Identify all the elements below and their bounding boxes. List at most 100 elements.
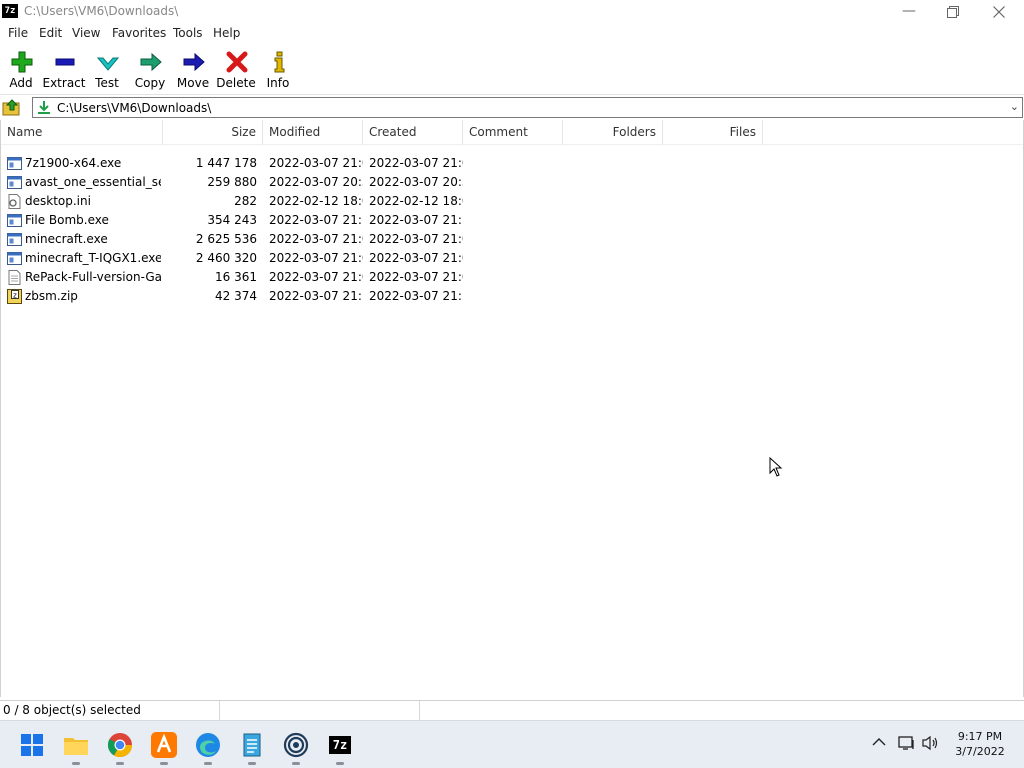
column-header-name[interactable]: Name [1, 120, 163, 145]
address-path-text: C:\Users\VM6\Downloads\ [57, 101, 212, 115]
file-created: 2022-03-07 21:01 [369, 251, 463, 265]
copy-arrow-icon [140, 52, 162, 72]
plus-icon [11, 51, 33, 73]
file-modified: 2022-03-07 21:02 [269, 232, 363, 246]
7zip-taskbar-icon: 7z [329, 736, 351, 754]
file-name: avast_one_essential_set... [25, 175, 161, 189]
file-modified: 2022-03-07 20:58 [269, 175, 363, 189]
start-button[interactable] [18, 731, 46, 759]
address-path-input[interactable]: C:\Users\VM6\Downloads\ ⌄ [32, 97, 1023, 118]
file-created: 2022-03-07 21:01 [369, 232, 463, 246]
selection-status: 0 / 8 object(s) selected [0, 701, 220, 721]
avast-icon [151, 732, 177, 758]
taskbar-edge[interactable] [194, 731, 222, 765]
delete-x-icon [226, 51, 248, 73]
file-created: 2022-03-07 21:07 [369, 270, 463, 284]
file-name: RePack-Full-version-Ga... [25, 270, 161, 284]
network-status-button[interactable] [898, 735, 916, 754]
address-bar: C:\Users\VM6\Downloads\ ⌄ [0, 96, 1024, 119]
status-bar: 0 / 8 object(s) selected [0, 700, 1024, 721]
toolbar: Add Extract Test Copy Move Delete Info [0, 43, 1024, 95]
taskbar-chrome[interactable] [106, 731, 134, 765]
clock[interactable]: 9:17 PM 3/7/2022 [950, 730, 1010, 758]
volume-button[interactable] [922, 735, 940, 754]
file-row[interactable]: desktop.ini 282 2022-02-12 18:07 2022-02-12… [1, 192, 771, 211]
file-row[interactable]: File Bomb.exe 354 243 2022-03-07 21:15 2022… [1, 211, 771, 230]
file-created: 2022-03-07 20:58 [369, 175, 463, 189]
column-header-modified[interactable]: Modified [263, 120, 363, 145]
taskbar-avast[interactable] [150, 731, 178, 765]
file-name: minecraft_T-IQGX1.exe [25, 251, 161, 265]
file-name: desktop.ini [25, 194, 91, 208]
mouse-cursor-icon [769, 457, 783, 477]
file-name: 7z1900-x64.exe [25, 156, 122, 170]
folder-icon [64, 738, 88, 755]
column-header-created[interactable]: Created [363, 120, 463, 145]
file-row[interactable]: avast_one_essential_set... 259 880 2022-03… [1, 173, 771, 192]
menu-file[interactable]: File [8, 26, 28, 40]
file-created: 2022-03-07 21:06 [369, 156, 463, 170]
edge-icon [196, 733, 220, 757]
column-header-folders[interactable]: Folders [563, 120, 663, 145]
7zip-file-manager-window: 7z C:\Users\VM6\Downloads\ — File Edit V… [0, 0, 1024, 721]
taskbar: 7z 9:17 PM 3/7/2022 [0, 720, 1024, 768]
chevron-down-icon[interactable]: ⌄ [1010, 100, 1019, 113]
status-size [220, 701, 420, 721]
menu-tools[interactable]: Tools [173, 26, 203, 40]
column-header-files[interactable]: Files [663, 120, 763, 145]
file-row[interactable]: minecraft_T-IQGX1.exe 2 460 320 2022-03-07… [1, 249, 771, 268]
file-modified: 2022-03-07 21:15 [269, 289, 363, 303]
column-header-size[interactable]: Size [163, 120, 263, 145]
column-header-comment[interactable]: Comment [463, 120, 563, 145]
file-row[interactable]: RePack-Full-version-Ga... 16 361 2022-03-0… [1, 268, 771, 287]
taskbar-network-app[interactable] [282, 731, 310, 765]
file-name: minecraft.exe [25, 232, 108, 246]
window-title: C:\Users\VM6\Downloads\ [24, 4, 179, 18]
info-button[interactable]: Info [256, 47, 300, 93]
file-created: 2022-03-07 21:15 [369, 213, 463, 227]
running-indicator [116, 762, 124, 765]
minimize-button[interactable]: — [886, 0, 932, 23]
folder-up-icon [2, 99, 20, 116]
taskbar-file-explorer[interactable] [62, 731, 90, 765]
file-size: 354 243 [207, 213, 257, 227]
notepad-icon [243, 733, 261, 757]
file-row[interactable]: z zbsm.zip 42 374 2022-03-07 21:15 2022-03-0… [1, 287, 771, 306]
file-created: 2022-03-07 21:14 [369, 289, 463, 303]
close-icon [993, 6, 1005, 18]
taskbar-7zip[interactable]: 7z [326, 731, 354, 765]
file-row[interactable]: minecraft.exe 2 625 536 2022-03-07 21:02 20… [1, 230, 771, 249]
close-window-button[interactable] [976, 0, 1022, 23]
info-icon [274, 51, 285, 73]
file-list: Name Size Modified Created Comment Folde… [0, 120, 1024, 697]
restore-button[interactable] [930, 0, 976, 23]
svg-text:z: z [13, 292, 17, 300]
running-indicator [204, 762, 212, 765]
show-hidden-icons-button[interactable] [872, 737, 886, 750]
menu-view[interactable]: View [72, 26, 100, 40]
up-folder-button[interactable] [2, 98, 22, 117]
title-bar: 7z C:\Users\VM6\Downloads\ — [0, 0, 1024, 23]
chevron-up-icon [872, 738, 886, 746]
windows-start-icon [21, 734, 43, 756]
file-size: 1 447 178 [195, 156, 257, 170]
file-modified: 2022-03-07 21:15 [269, 213, 363, 227]
restore-icon [947, 6, 959, 18]
file-created: 2022-02-12 18:07 [369, 194, 463, 208]
chrome-icon [107, 733, 132, 758]
menu-help[interactable]: Help [213, 26, 240, 40]
file-size: 259 880 [207, 175, 257, 189]
running-indicator [248, 762, 256, 765]
file-size: 282 [234, 194, 257, 208]
running-indicator [72, 762, 80, 765]
menu-favorites[interactable]: Favorites [112, 26, 166, 40]
file-modified: 2022-03-07 21:01 [269, 251, 363, 265]
file-size: 2 625 536 [195, 232, 257, 246]
hotspot-icon [283, 732, 309, 758]
file-name: File Bomb.exe [25, 213, 109, 227]
check-icon [97, 57, 119, 71]
clock-time: 9:17 PM [957, 730, 1003, 743]
menu-edit[interactable]: Edit [39, 26, 62, 40]
file-row[interactable]: 7z1900-x64.exe 1 447 178 2022-03-07 21:06 2… [1, 154, 771, 173]
taskbar-notepad[interactable] [238, 731, 266, 765]
